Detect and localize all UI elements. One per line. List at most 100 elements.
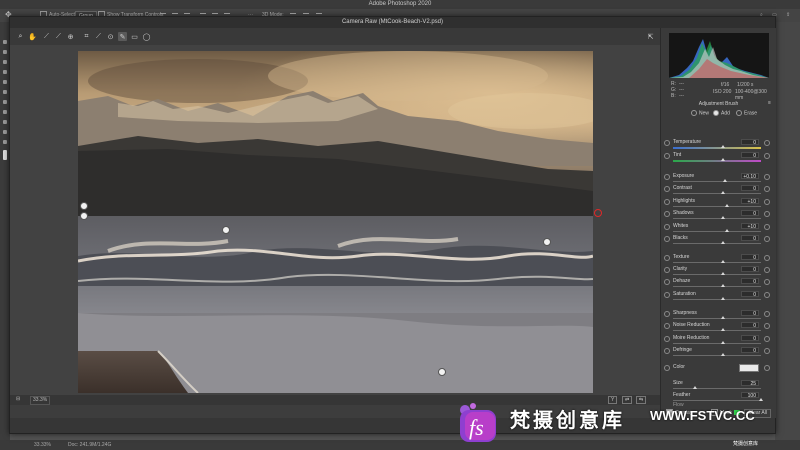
zoom-out-icon[interactable]: ⊟ [16, 396, 20, 402]
saturation-value[interactable]: 0 [741, 291, 759, 298]
dehaze-minus-icon[interactable] [664, 279, 670, 285]
blacks-value[interactable]: 0 [741, 235, 759, 242]
defringe-minus-icon[interactable] [664, 348, 670, 354]
temperature-track[interactable] [673, 147, 761, 149]
saturation-thumb[interactable] [721, 297, 725, 300]
crop-icon[interactable]: ⌗ [82, 32, 91, 41]
panel-menu-icon[interactable]: ≡ [768, 100, 771, 106]
feather-track[interactable] [673, 400, 761, 401]
temperature-plus-icon[interactable] [764, 140, 770, 146]
saturation-plus-icon[interactable] [764, 292, 770, 298]
toggle-view-icon[interactable]: ⇄ [622, 396, 633, 404]
clarity-value[interactable]: 0 [741, 266, 759, 273]
tool-icon[interactable] [3, 80, 7, 84]
before-after-icon[interactable]: Y [608, 396, 618, 404]
blacks-plus-icon[interactable] [764, 236, 770, 242]
tool-icon[interactable] [3, 140, 7, 144]
exposure-minus-icon[interactable] [664, 174, 670, 180]
noise-reduction-track[interactable] [673, 330, 761, 331]
blacks-track[interactable] [673, 243, 761, 244]
feather-value[interactable]: 100 [741, 392, 759, 399]
dehaze-thumb[interactable] [721, 284, 725, 287]
noise-reduction-plus-icon[interactable] [764, 323, 770, 329]
tool-icon[interactable] [3, 50, 7, 54]
blacks-minus-icon[interactable] [664, 236, 670, 242]
adjustment-pin[interactable] [543, 238, 551, 246]
tint-thumb[interactable] [721, 158, 725, 161]
size-track[interactable] [673, 388, 761, 389]
texture-thumb[interactable] [721, 260, 725, 263]
clarity-track[interactable] [673, 274, 761, 275]
clarity-thumb[interactable] [721, 272, 725, 275]
highlights-value[interactable]: +10 [741, 198, 759, 205]
exposure-value[interactable]: +0.10 [741, 173, 759, 180]
color-swatch[interactable] [739, 364, 759, 372]
adjustment-pin[interactable] [438, 368, 446, 376]
tool-icon[interactable] [3, 70, 7, 74]
clarity-plus-icon[interactable] [764, 267, 770, 273]
highlights-minus-icon[interactable] [664, 199, 670, 205]
shadows-thumb[interactable] [721, 216, 725, 219]
saturation-track[interactable] [673, 299, 761, 300]
moire-reduction-minus-icon[interactable] [664, 336, 670, 342]
exposure-thumb[interactable] [723, 179, 727, 182]
saturation-minus-icon[interactable] [664, 292, 670, 298]
defringe-thumb[interactable] [721, 353, 725, 356]
red-eye-icon[interactable]: ⊙ [106, 32, 115, 41]
temperature-thumb[interactable] [721, 145, 725, 148]
feather-thumb[interactable] [759, 398, 763, 401]
hand-icon[interactable]: ✋ [28, 32, 37, 41]
tint-plus-icon[interactable] [764, 153, 770, 159]
fullscreen-icon[interactable]: ⇱ [646, 32, 655, 41]
target-adjust-icon[interactable]: ⊕ [66, 32, 75, 41]
highlights-track[interactable] [673, 206, 761, 207]
radial-filter-icon[interactable]: ◯ [142, 32, 151, 41]
sharpness-minus-icon[interactable] [664, 311, 670, 317]
highlights-thumb[interactable] [725, 204, 729, 207]
tool-icon[interactable] [3, 100, 7, 104]
zoom-level[interactable]: 33.3% [30, 396, 51, 405]
contrast-thumb[interactable] [721, 191, 725, 194]
image-preview-area[interactable] [10, 45, 660, 395]
contrast-minus-icon[interactable] [664, 186, 670, 192]
moire-reduction-plus-icon[interactable] [764, 336, 770, 342]
contrast-value[interactable]: 0 [741, 185, 759, 192]
sharpness-thumb[interactable] [721, 316, 725, 319]
share-icon[interactable]: ⇪ [786, 11, 790, 20]
highlights-plus-icon[interactable] [764, 199, 770, 205]
spot-removal-icon[interactable]: ⟋ [94, 32, 103, 41]
adjustment-pin[interactable] [80, 212, 88, 220]
sharpness-plus-icon[interactable] [764, 311, 770, 317]
texture-minus-icon[interactable] [664, 255, 670, 261]
noise-reduction-thumb[interactable] [721, 328, 725, 331]
blacks-thumb[interactable] [721, 241, 725, 244]
shadows-plus-icon[interactable] [764, 211, 770, 217]
tool-icon[interactable] [3, 40, 7, 44]
tool-icon[interactable] [3, 110, 7, 114]
temperature-value[interactable]: 0 [741, 139, 759, 146]
exposure-track[interactable] [673, 181, 761, 182]
whites-track[interactable] [673, 231, 761, 232]
tool-icon[interactable] [3, 60, 7, 64]
sharpness-track[interactable] [673, 318, 761, 319]
mode-erase-radio[interactable]: Erase [736, 110, 757, 116]
tint-minus-icon[interactable] [664, 153, 670, 159]
size-value[interactable]: 25 [741, 380, 759, 387]
defringe-track[interactable] [673, 355, 761, 356]
exposure-plus-icon[interactable] [764, 174, 770, 180]
noise-reduction-value[interactable]: 0 [741, 322, 759, 329]
whites-minus-icon[interactable] [664, 224, 670, 230]
whites-thumb[interactable] [725, 229, 729, 232]
tool-icon[interactable] [3, 130, 7, 134]
adjustment-pin[interactable] [222, 226, 230, 234]
texture-value[interactable]: 0 [741, 254, 759, 261]
contrast-track[interactable] [673, 193, 761, 194]
adjustment-pin[interactable] [80, 202, 88, 210]
color-plus-icon[interactable] [764, 365, 770, 371]
dehaze-plus-icon[interactable] [764, 279, 770, 285]
noise-reduction-minus-icon[interactable] [664, 323, 670, 329]
mode-add-radio[interactable]: Add [713, 110, 730, 116]
white-balance-icon[interactable]: ⟋ [42, 32, 51, 41]
color-sampler-icon[interactable]: ⟋ [54, 32, 63, 41]
shadows-value[interactable]: 0 [741, 210, 759, 217]
